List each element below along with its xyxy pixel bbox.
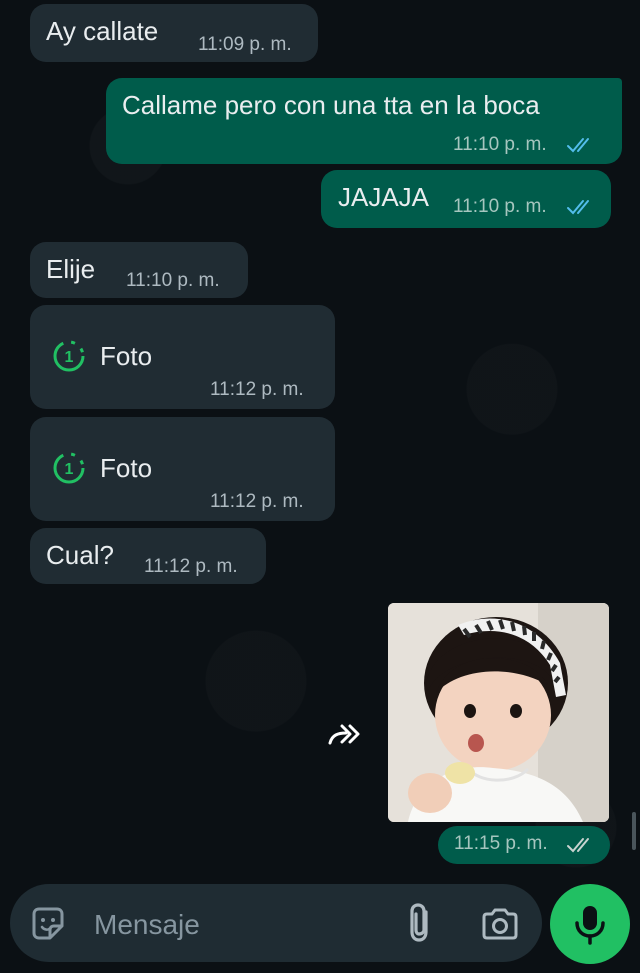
voice-record-button[interactable] [550,884,630,964]
sticker-image[interactable] [388,603,609,822]
message-text: Ay callate [46,16,159,46]
camera-icon[interactable] [480,904,520,944]
message-input-bar[interactable] [10,884,542,962]
view-once-digit: 1 [65,461,74,478]
message-text: Elije [46,254,96,284]
message-time: 11:12 p. m. [144,556,238,577]
forward-icon [328,724,360,745]
view-once-digit: 1 [65,349,74,366]
message-text: Cual? [46,540,114,570]
mic-icon [575,906,605,945]
message-text: Foto [100,453,153,483]
message-bubble-incoming[interactable]: Ay callate 11:09 p. m. [30,4,318,62]
message-time: 11:10 p. m. [453,134,547,155]
message-time: 11:12 p. m. [210,491,304,512]
message-time: 11:10 p. m. [126,270,220,291]
baby-sticker-picture [388,603,609,822]
forward-button[interactable] [322,713,366,757]
message-bubble-outgoing[interactable]: 11:15 p. m. [438,826,610,864]
view-once-photo-bubble[interactable]: 1 Foto 11:12 p. m. [30,305,335,409]
read-ticks-icon [567,138,589,153]
message-bubble-outgoing[interactable]: Callame pero con una tta en la boca 11:1… [106,78,622,164]
attach-icon[interactable] [406,902,436,944]
delivered-ticks-icon [567,838,589,853]
read-ticks-icon [567,200,589,215]
view-once-icon: 1 [53,452,85,484]
message-bubble-incoming[interactable]: Cual? 11:12 p. m. [30,528,266,584]
message-time: 11:09 p. m. [198,34,292,55]
message-text: Foto [100,341,153,371]
view-once-photo-bubble[interactable]: 1 Foto 11:12 p. m. [30,417,335,521]
view-once-icon: 1 [53,340,85,372]
message-time: 11:10 p. m. [453,196,547,217]
message-text: Callame pero con una tta en la boca [122,90,540,120]
scrollbar[interactable] [632,812,636,850]
message-input[interactable] [92,904,376,946]
message-time: 11:15 p. m. [454,833,548,854]
sticker-icon[interactable] [28,904,68,944]
chat-area[interactable]: Ay callate 11:09 p. m. Callame pero con … [0,0,640,973]
message-text: JAJAJA [338,182,430,212]
message-time: 11:12 p. m. [210,379,304,400]
message-bubble-incoming[interactable]: Elije 11:10 p. m. [30,242,248,298]
message-bubble-outgoing[interactable]: JAJAJA 11:10 p. m. [321,170,611,228]
composer [0,880,640,973]
